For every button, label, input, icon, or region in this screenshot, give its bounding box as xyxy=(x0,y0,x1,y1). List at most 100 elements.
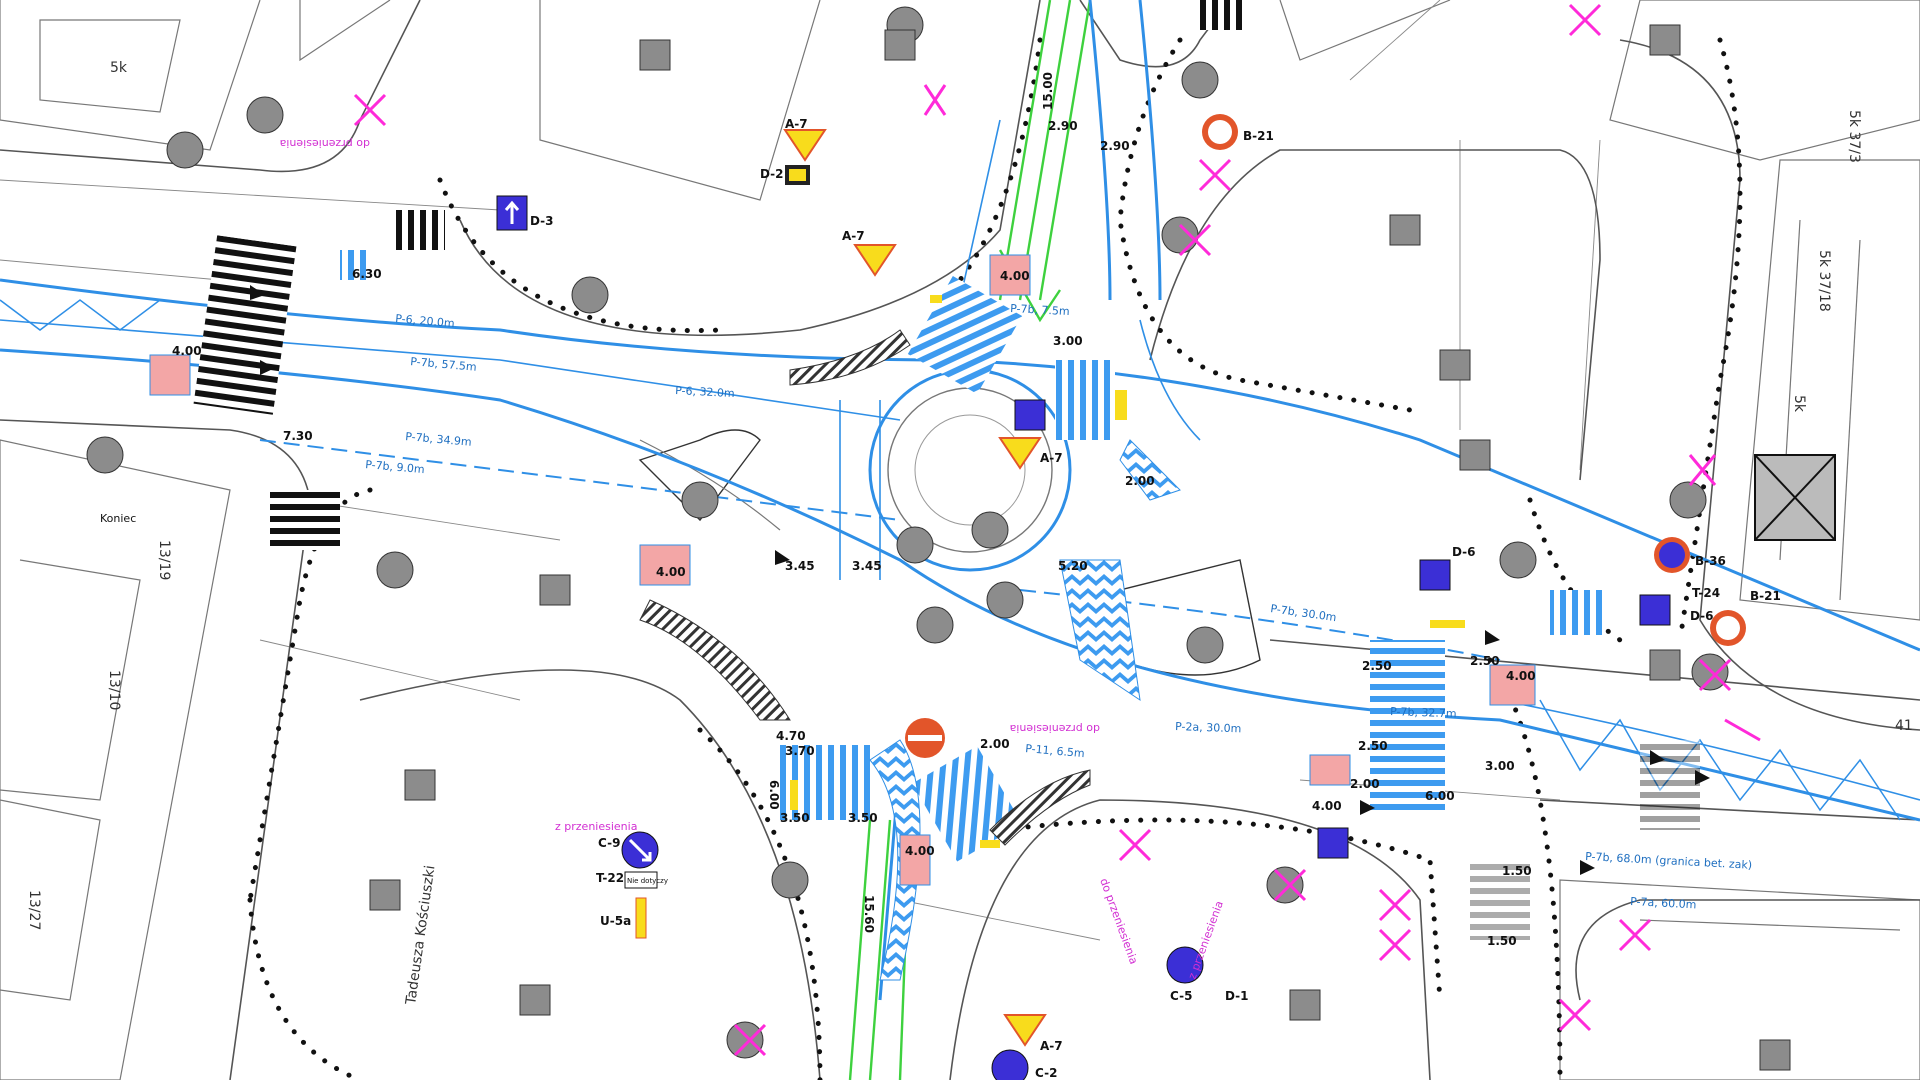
removed-9 xyxy=(1378,888,1412,922)
note-2: z przeniesienia xyxy=(555,820,637,833)
label-d6-2: D-6 xyxy=(1452,545,1476,559)
lane-label-4: P-7b, 34.9m xyxy=(405,430,472,449)
dim-18: 2.00 xyxy=(980,737,1010,751)
dim-19: 1.50 xyxy=(1502,864,1532,878)
grey-sign-14 xyxy=(1669,481,1707,519)
p-sign-12 xyxy=(369,879,401,911)
p-sign-1 xyxy=(639,39,671,71)
label-c5: C-5 xyxy=(1170,989,1192,1003)
block-7: 5k xyxy=(1791,395,1807,413)
removed-15 xyxy=(1618,918,1652,952)
u5a-post xyxy=(635,897,647,939)
lane-label-7: P-7b, 32.7m xyxy=(1390,705,1457,720)
dim-3: 4.00 xyxy=(1506,669,1536,683)
removed-4 xyxy=(1568,3,1602,37)
grey-sign-11 xyxy=(1186,626,1224,664)
removed-5 xyxy=(1688,454,1717,486)
removed-7 xyxy=(1118,828,1152,862)
dim-22: 6.00 xyxy=(1425,789,1455,803)
dim-31: 2.90 xyxy=(1100,139,1130,153)
block-6: 13/27 xyxy=(26,890,42,930)
p-sign-6 xyxy=(539,574,571,606)
p-sign-8 xyxy=(519,984,551,1016)
p-sign-3 xyxy=(1389,214,1421,246)
label-d2: D-2 xyxy=(760,167,784,181)
dim-6: 4.00 xyxy=(905,844,935,858)
dim-8: 3.00 xyxy=(1485,759,1515,773)
dim-10: 3.50 xyxy=(848,811,878,825)
block-2: 5k 37/3 xyxy=(1846,110,1862,163)
d6-sign-4 xyxy=(1014,399,1046,431)
grey-sign-8 xyxy=(971,511,1009,549)
dim-29: 15.00 xyxy=(1041,72,1055,110)
d6-sign-1 xyxy=(1419,559,1451,591)
label-a7-1: A-7 xyxy=(785,117,808,131)
dim-27: 3.70 xyxy=(785,744,815,758)
yellow-curb-1 xyxy=(930,295,942,303)
dim-11: 3.45 xyxy=(785,559,815,573)
dim-24: 6.30 xyxy=(352,267,382,281)
a7-sign-2 xyxy=(853,244,897,277)
dim-15: 2.50 xyxy=(1470,654,1500,668)
removed-2 xyxy=(1198,158,1232,192)
a7-sign-1 xyxy=(783,129,827,162)
p-sign-9 xyxy=(1289,989,1321,1021)
removed-13 xyxy=(923,84,947,116)
removed-10 xyxy=(1378,928,1412,962)
note-1: do przeniesienia xyxy=(280,137,370,150)
cycle-path-se xyxy=(1309,754,1351,786)
grey-sign-4 xyxy=(86,436,124,474)
dim-2: 4.00 xyxy=(656,565,686,579)
label-t24: T-24 xyxy=(1692,586,1720,600)
label-a7-4: A-7 xyxy=(1040,1039,1063,1053)
dim-17: 2.00 xyxy=(1350,777,1380,791)
label-t22: T-22 xyxy=(596,871,624,885)
grey-sign-2 xyxy=(166,131,204,169)
note-4: z przeniesienia xyxy=(1186,899,1226,981)
block-8: 41 xyxy=(1895,718,1913,734)
d6-sign-2 xyxy=(1639,594,1671,626)
lane-label-8: P-2a, 30.0m xyxy=(1175,720,1242,735)
lane-label-11: P-11, 6.5m xyxy=(1025,742,1085,760)
removed-11 xyxy=(1558,998,1592,1032)
chevron-island-roundabout xyxy=(1059,559,1141,702)
grey-sign-6 xyxy=(681,481,719,519)
grey-sign-5 xyxy=(376,551,414,589)
crossing-far-east xyxy=(1550,590,1605,635)
b21-sign-2-in xyxy=(1716,616,1740,640)
label-u5a: U-5a xyxy=(600,914,631,928)
yellow-curb-2 xyxy=(1115,390,1127,420)
crossing-ne xyxy=(1055,360,1115,440)
lane-label-5: P-7b, 9.0m xyxy=(365,458,425,476)
p-sign-2 xyxy=(884,29,916,61)
label-a7-3: A-7 xyxy=(1040,451,1063,465)
block-3: 5k 37/18 xyxy=(1816,250,1832,312)
dimension-labels: 4.00 4.00 4.00 4.00 4.00 4.00 3.00 3.00 … xyxy=(172,72,1536,948)
lane-label-6: P-7b, 30.0m xyxy=(1270,602,1338,624)
dim-7: 3.00 xyxy=(1053,334,1083,348)
yellow-curb-4 xyxy=(1430,620,1465,628)
t22-plate-text: Nie dotyczy xyxy=(627,877,668,885)
removed-signs xyxy=(353,3,1761,1057)
arrow-4 xyxy=(1485,630,1500,645)
p-sign-5 xyxy=(1459,439,1491,471)
hatched-island-w xyxy=(639,599,791,721)
grey-sign-10 xyxy=(916,606,954,644)
grey-sign-13 xyxy=(771,861,809,899)
crossing-west-lower xyxy=(270,490,340,550)
block-4: 13/19 xyxy=(156,540,172,580)
dim-30: 2.90 xyxy=(1048,119,1078,133)
crossing-ne-top xyxy=(1200,0,1245,30)
dim-9: 3.50 xyxy=(780,811,810,825)
block-1: 5k xyxy=(110,60,128,76)
cycle-path-s xyxy=(899,834,931,886)
p-sign-4 xyxy=(1439,349,1471,381)
label-d1: D-1 xyxy=(1225,989,1249,1003)
p-sign-11 xyxy=(1649,24,1681,56)
red-signs xyxy=(905,114,1746,758)
street-name: Tadeusza Kościuszki xyxy=(403,864,439,1006)
yellow-curb-5 xyxy=(980,840,1000,848)
dim-13: 2.50 xyxy=(1362,659,1392,673)
grey-sign-9 xyxy=(986,581,1024,619)
p-sign-10 xyxy=(1649,649,1681,681)
